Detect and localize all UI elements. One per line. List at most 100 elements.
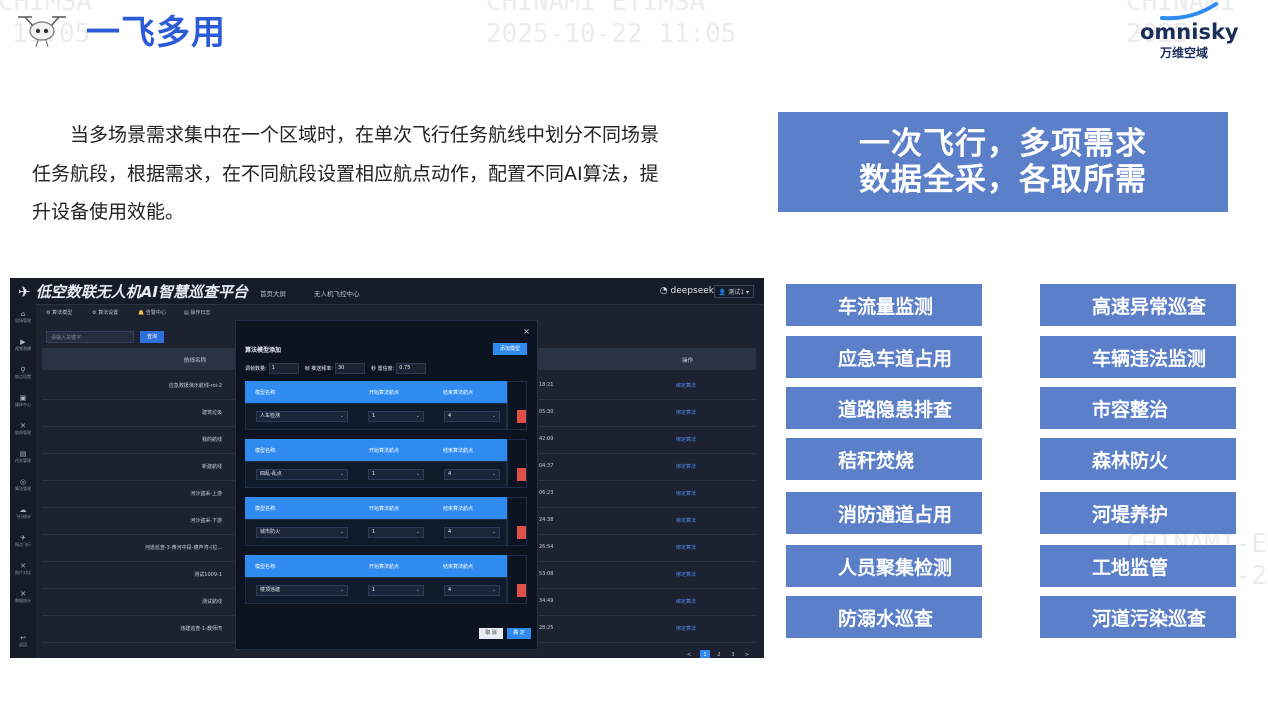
start-point-select[interactable]: 1 ⌄ (368, 527, 424, 538)
sidebar-item[interactable]: ▤ 任务管理 (10, 450, 36, 464)
tab-alert-center[interactable]: 🔔 告警中心 (138, 309, 166, 316)
logo-name: omnisky (1140, 20, 1239, 44)
column-route-name: 航线名称 (184, 358, 207, 364)
tab-operation-log[interactable]: ▤ 操作日志 (184, 309, 210, 316)
search-input[interactable]: 请输入关键字 (46, 331, 134, 343)
model-block: 模型名称: 开始算法航点 结束算法航点 楼顶违建 ⌄ 1 ⌄ 4 ⌄ (245, 555, 527, 604)
intro-paragraph: 当多场景需求集中在一个区域时，在单次飞行任务航线中划分不同场景任务航段，根据需求… (32, 124, 660, 223)
omnisky-logo: omnisky 万维空域 (1140, 2, 1240, 60)
model-select[interactable]: 城市防火 ⌄ (256, 527, 348, 538)
tab-algorithm-model[interactable]: ⚙ 算法模型 (46, 309, 72, 316)
algorithm-model-dialog: × 算法模型添加 添加模型 调帧数量: 1 帧 推送频率: 30 秒 置信度: 0.75 … (235, 320, 538, 650)
start-point-select[interactable]: 1 ⌄ (368, 585, 424, 596)
model-select[interactable]: 四乱-乱点 ⌄ (256, 469, 348, 480)
model-select[interactable]: 楼顶违建 ⌄ (256, 585, 348, 596)
dialog-params: 调帧数量: 1 帧 推送频率: 30 秒 置信度: 0.75 (245, 363, 432, 374)
nav-flight-control[interactable]: 无人机飞控中心 (314, 288, 360, 298)
sidebar-item[interactable]: ⌂ 机场管理 (10, 310, 36, 324)
watermark-timestamp: 2025-10-22 11:05 (486, 19, 737, 49)
confirm-button[interactable]: 确 定 (507, 628, 531, 639)
column-operation: 操作 (682, 358, 694, 364)
end-point-select[interactable]: 4 ⌄ (444, 527, 500, 538)
model-select[interactable]: 人车检测 ⌄ (256, 411, 348, 422)
delete-icon[interactable] (517, 410, 526, 423)
platform-header: ✈ 低空数联无人机AI智慧巡查平台 首页大屏 无人机飞控中心 ◔ deepsee… (10, 278, 764, 305)
scenario-tag: 应急车道占用 (786, 336, 982, 378)
scenario-tag: 车辆违法监测 (1040, 336, 1236, 378)
sidebar-item[interactable]: ✈ 指点飞行 (10, 534, 36, 548)
frames-field[interactable]: 1 (268, 363, 299, 374)
bind-algorithm-link[interactable]: 绑定算法 (676, 544, 696, 551)
bind-algorithm-link[interactable]: 绑定算法 (676, 490, 696, 497)
scenario-tag: 高速异常巡查 (1040, 284, 1236, 326)
platform-title: ✈ 低空数联无人机AI智慧巡查平台 (18, 283, 248, 301)
query-button[interactable]: 查询 (140, 331, 164, 343)
sidebar-item[interactable]: ▣ 媒体中心 (10, 394, 36, 408)
delete-icon[interactable] (517, 468, 526, 481)
logo-swoosh-icon (1160, 2, 1218, 21)
sidebar-item[interactable]: ✕ 航线管理 (10, 422, 36, 436)
model-block: 模型名称: 开始算法航点 结束算法航点 人车检测 ⌄ 1 ⌄ 4 ⌄ (245, 381, 527, 430)
hero-line-2: 数据全采，各取所需 (859, 162, 1147, 198)
end-point-select[interactable]: 4 ⌄ (444, 469, 500, 480)
pager-next[interactable]: > (742, 650, 752, 658)
title-row: 一飞多用 (14, 4, 226, 54)
bind-algorithm-link[interactable]: 绑定算法 (676, 598, 696, 605)
bind-algorithm-link[interactable]: 绑定算法 (676, 436, 696, 443)
push-frequency-field[interactable]: 30 (334, 363, 365, 374)
hero-banner: 一次飞行，多项需求 数据全采，各取所需 (778, 112, 1228, 212)
user-menu[interactable]: 👤 测试1 ▾ (713, 285, 754, 298)
cancel-button[interactable]: 取 消 (479, 628, 503, 639)
model-block: 模型名称: 开始算法航点 结束算法航点 四乱-乱点 ⌄ 1 ⌄ 4 ⌄ (245, 439, 527, 488)
bind-algorithm-link[interactable]: 绑定算法 (676, 625, 696, 632)
scenario-tag: 市容整治 (1040, 387, 1236, 429)
watermark-brand: CHINAMI ETIMSA (486, 0, 706, 17)
scenario-tag: 森林防火 (1040, 438, 1236, 480)
end-point-select[interactable]: 4 ⌄ (444, 411, 500, 422)
sidebar-item[interactable]: ▶ 视频直播 (10, 338, 36, 352)
end-point-select[interactable]: 4 ⌄ (444, 585, 500, 596)
platform-sidebar: ⌂ 机场管理 ▶ 视频直播 ⚲ 航点设置 ▣ 媒体中心 ✕ 航线管理 ▤ 任务管理 ◎ 算法管… (10, 304, 36, 658)
pager-page-1[interactable]: 1 (700, 650, 710, 658)
scenario-tag: 车流量监测 (786, 284, 982, 326)
bind-algorithm-link[interactable]: 绑定算法 (676, 571, 696, 578)
logo-cn: 万维空域 (1160, 46, 1209, 60)
platform-screenshot: ✈ 低空数联无人机AI智慧巡查平台 首页大屏 无人机飞控中心 ◔ deepsee… (10, 278, 764, 658)
delete-icon[interactable] (517, 526, 526, 539)
model-block: 模型名称: 开始算法航点 结束算法航点 城市防火 ⌄ 1 ⌄ 4 ⌄ (245, 497, 527, 546)
confidence-field[interactable]: 0.75 (396, 363, 427, 374)
drone-icon (14, 7, 70, 51)
scenario-tag: 秸秆焚烧 (786, 438, 982, 480)
sidebar-item[interactable]: ✕ 图片对比 (10, 562, 36, 576)
close-icon[interactable]: × (523, 327, 530, 336)
scenario-tag: 工地监管 (1040, 545, 1236, 587)
pager-page-3[interactable]: 3 (728, 650, 738, 658)
pager-prev[interactable]: < (684, 650, 694, 658)
nav-home-screen[interactable]: 首页大屏 (260, 288, 286, 298)
bind-algorithm-link[interactable]: 绑定算法 (676, 517, 696, 524)
scenario-tag: 道路隐患排查 (786, 387, 982, 429)
sidebar-item[interactable]: ☁ 飞行统计 (10, 506, 36, 520)
scenario-tag: 河堤养护 (1040, 492, 1236, 534)
start-point-select[interactable]: 1 ⌄ (368, 469, 424, 480)
start-point-select[interactable]: 1 ⌄ (368, 411, 424, 422)
sidebar-item[interactable]: ◎ 算法管理 (10, 478, 36, 492)
bind-algorithm-link[interactable]: 绑定算法 (676, 409, 696, 416)
scenario-tag: 防溺水巡查 (786, 596, 982, 638)
scenario-tag: 消防通道占用 (786, 492, 982, 534)
scenario-tag: 河道污染巡查 (1040, 596, 1236, 638)
page-title: 一飞多用 (86, 12, 226, 53)
hero-line-1: 一次飞行，多项需求 (859, 126, 1147, 162)
scenario-tag: 人员聚集检测 (786, 545, 982, 587)
sidebar-item[interactable]: ↩ 返回 (10, 634, 36, 648)
pager-page-2[interactable]: 2 (714, 650, 724, 658)
add-model-button[interactable]: 添加模型 (493, 343, 527, 355)
sidebar-item[interactable]: ✕ 数据统计 (10, 590, 36, 604)
dialog-title: 算法模型添加 (245, 347, 282, 354)
sidebar-item[interactable]: ⚲ 航点设置 (10, 366, 36, 380)
deepseek-logo: ◔ deepseek (659, 286, 714, 296)
bind-algorithm-link[interactable]: 绑定算法 (676, 382, 696, 389)
delete-icon[interactable] (517, 584, 526, 597)
tab-algorithm-settings[interactable]: ⚙ 算法设置 (92, 309, 118, 316)
bind-algorithm-link[interactable]: 绑定算法 (676, 463, 696, 470)
